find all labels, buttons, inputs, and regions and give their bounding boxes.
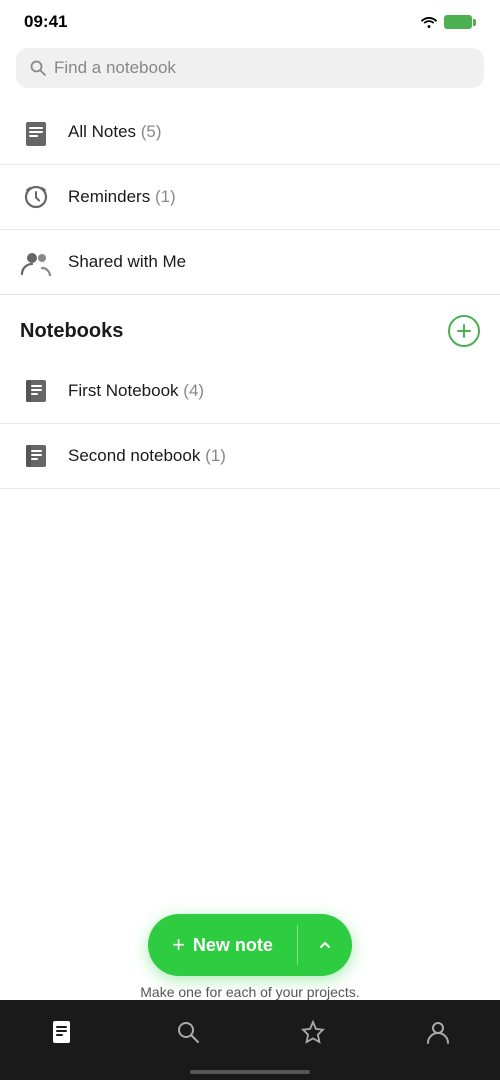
search-placeholder: Find a notebook	[54, 58, 176, 78]
add-notebook-button[interactable]	[448, 315, 480, 347]
tab-favorites[interactable]	[284, 1011, 342, 1053]
notebook-item-first[interactable]: First Notebook (4)	[0, 359, 500, 424]
notebooks-section-header: Notebooks	[0, 295, 500, 359]
second-notebook-label: Second notebook (1)	[68, 446, 226, 466]
tab-search[interactable]	[159, 1011, 217, 1053]
new-note-label: New note	[193, 935, 273, 956]
reminders-icon	[20, 181, 52, 213]
new-note-area: + New note Make one for each of your pro…	[0, 914, 500, 1000]
new-note-hint: Make one for each of your projects.	[140, 984, 359, 1000]
nav-item-reminders[interactable]: Reminders (1)	[0, 165, 500, 230]
tab-account[interactable]	[409, 1011, 467, 1053]
status-time: 09:41	[24, 12, 67, 32]
battery-icon	[444, 15, 476, 29]
all-notes-label: All Notes (5)	[68, 122, 162, 142]
nav-item-all-notes[interactable]: All Notes (5)	[0, 100, 500, 165]
tab-bar	[0, 1000, 500, 1080]
status-bar: 09:41	[0, 0, 500, 40]
shared-with-me-label: Shared with Me	[68, 252, 186, 272]
wifi-icon	[420, 15, 438, 29]
nav-list: All Notes (5) Reminders (1) Shared with …	[0, 100, 500, 295]
notebook-item-second[interactable]: Second notebook (1)	[0, 424, 500, 489]
search-bar[interactable]: Find a notebook	[16, 48, 484, 88]
new-note-chevron-button[interactable]	[298, 920, 352, 970]
reminders-label: Reminders (1)	[68, 187, 176, 207]
new-note-button[interactable]: + New note	[148, 914, 352, 976]
tab-notes[interactable]	[34, 1011, 92, 1053]
first-notebook-label: First Notebook (4)	[68, 381, 204, 401]
person-tab-icon	[425, 1019, 451, 1045]
notes-tab-icon	[50, 1019, 76, 1045]
search-icon	[30, 60, 46, 76]
notebook-icon-second	[20, 440, 52, 472]
new-note-main[interactable]: + New note	[148, 914, 297, 976]
search-tab-icon	[175, 1019, 201, 1045]
new-note-plus-icon: +	[172, 932, 185, 958]
star-tab-icon	[300, 1019, 326, 1045]
notebooks-title: Notebooks	[20, 320, 123, 343]
notebook-icon-first	[20, 375, 52, 407]
all-notes-icon	[20, 116, 52, 148]
status-icons	[420, 15, 476, 29]
nav-item-shared-with-me[interactable]: Shared with Me	[0, 230, 500, 295]
shared-icon	[20, 246, 52, 278]
notebook-list: First Notebook (4) Second notebook (1)	[0, 359, 500, 489]
home-indicator	[190, 1070, 310, 1074]
